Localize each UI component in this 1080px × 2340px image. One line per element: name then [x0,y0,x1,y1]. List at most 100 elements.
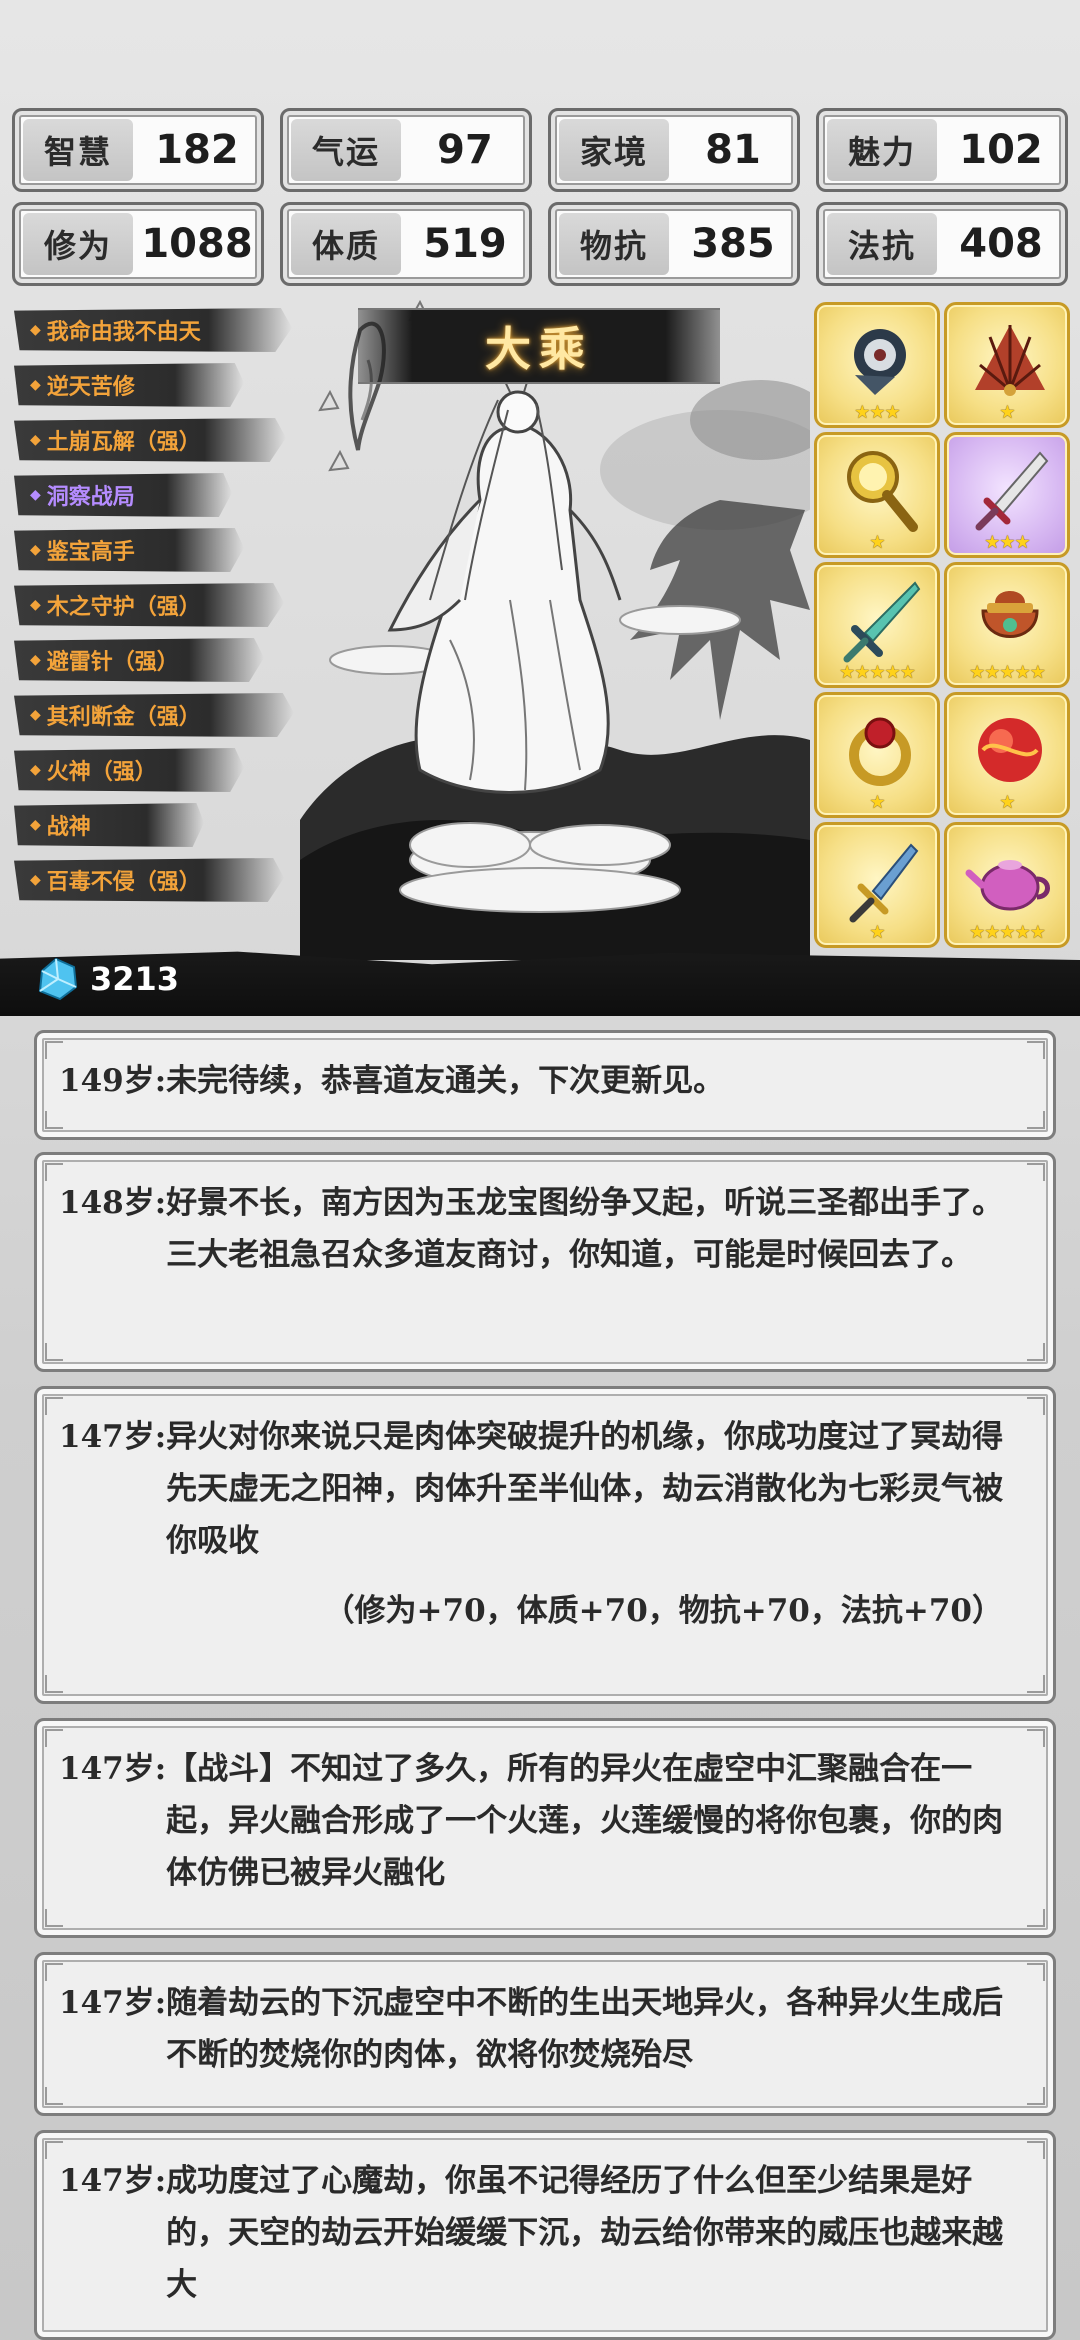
stat-family: 家境 81 [548,108,800,192]
equipment-slot[interactable]: ★ [944,302,1070,428]
cauldron-icon [981,591,1039,638]
stat-charm: 魅力 102 [816,108,1068,192]
corner-ornament [45,1729,63,1747]
log-entry: 149岁: 未完待续，恭喜道友通关，下次更新见。 [34,1030,1056,1140]
stat-magic-resist: 法抗 408 [816,202,1068,286]
stat-label: 气运 [291,119,401,181]
stat-value: 408 [959,221,1043,267]
equipment-slot[interactable]: ★ [944,692,1070,818]
stat-value: 102 [959,127,1043,173]
skill-item[interactable]: ◆ 火神（强） [14,748,244,792]
skill-label: 土崩瓦解（强） [46,430,201,455]
log-age: 147岁: [59,1419,167,1455]
log-age: 148岁: [59,1185,167,1221]
corner-ornament [1027,1909,1045,1927]
skill-label: 逆天苦修 [46,375,135,400]
skill-item[interactable]: ◆ 土崩瓦解（强） [14,418,286,462]
skill-item[interactable]: ◆ 鉴宝高手 [14,528,244,572]
currency-display[interactable]: 3213 [34,954,179,1004]
fan-icon [975,325,1045,396]
corner-ornament [1027,2087,1045,2105]
corner-ornament [45,1111,63,1129]
diamond-icon: ◆ [30,707,41,723]
jade-sword-icon [843,581,921,663]
spirit-stone-icon [38,957,78,1001]
corner-ornament [45,1963,63,1981]
log-text: 异火对你来说只是肉体突破提升的机缘，你成功度过了冥劫得先天虚无之阳神，肉体升至半… [166,1419,1004,1559]
star-rating: ★ [869,922,885,943]
gauntlet-icon [854,329,906,395]
stat-constitution: 体质 519 [280,202,532,286]
corner-ornament [45,1041,63,1059]
corner-ornament [1027,1963,1045,1981]
stat-physical-resist: 物抗 385 [548,202,800,286]
skill-item[interactable]: ◆ 其利断金（强） [14,693,294,737]
skill-item[interactable]: ◆ 战神 [14,803,204,847]
diamond-icon: ◆ [30,377,41,393]
diamond-icon: ◆ [30,652,41,668]
character-portrait[interactable] [300,300,810,960]
skill-item[interactable]: ◆ 洞察战局 [14,473,232,517]
diamond-icon: ◆ [30,762,41,778]
skill-item[interactable]: ◆ 百毒不侵（强） [14,858,284,902]
corner-ornament [45,2141,63,2159]
stat-label: 物抗 [559,213,669,275]
star-rating: ★★★★★ [969,662,1046,683]
star-rating: ★★★ [984,532,1030,553]
diamond-icon: ◆ [30,487,41,503]
log-text: 随着劫云的下沉虚空中不断的生出天地异火，各种异火生成后不断的焚烧你的肉体，欲将你… [166,1985,1004,2073]
currency-amount: 3213 [90,960,180,998]
stat-label: 家境 [559,119,669,181]
equipment-slot[interactable]: ★ [814,692,940,818]
corner-ornament [45,1163,63,1181]
corner-ornament [1027,1343,1045,1361]
log-text: 成功度过了心魔劫，你虽不记得经历了什么但至少结果是好的，天空的劫云开始缓缓下沉，… [166,2163,1004,2303]
skill-item[interactable]: ◆ 木之守护（强） [14,583,284,627]
skill-label: 百毒不侵（强） [46,870,201,895]
ring-icon [849,717,911,786]
log-entry: 147岁: 随着劫云的下沉虚空中不断的生出天地异火，各种异火生成后不断的焚烧你的肉… [34,1952,1056,2116]
log-entry: 148岁: 好景不长，南方因为玉龙宝图纷争又起，听说三圣都出手了。三大老祖急召众多… [34,1152,1056,1372]
stat-value: 182 [155,127,239,173]
star-rating: ★★★ [854,402,900,423]
log-age: 149岁: [59,1063,167,1099]
stat-value: 1088 [141,221,253,267]
stat-label: 体质 [291,213,401,275]
diamond-icon: ◆ [30,322,41,338]
log-bonus: （修为+70，体质+70，物抗+70，法抗+70） [323,1593,1003,1629]
log-entry: 147岁: 异火对你来说只是肉体突破提升的机缘，你成功度过了冥劫得先天虚无之阳神，… [34,1386,1056,1704]
star-rating: ★ [999,792,1015,813]
stat-luck: 气运 97 [280,108,532,192]
skill-label: 我命由我不由天 [46,320,201,345]
corner-ornament [45,1397,63,1415]
log-age: 147岁: [59,2163,167,2199]
corner-ornament [1027,1729,1045,1747]
corner-ornament [1027,1111,1045,1129]
equipment-slot[interactable]: ★★★★★ [944,562,1070,688]
corner-ornament [1027,1041,1045,1059]
equipment-slot[interactable]: ★ [814,822,940,948]
skill-item[interactable]: ◆ 避雷针（强） [14,638,264,682]
diamond-icon: ◆ [30,597,41,613]
stat-value: 385 [691,221,775,267]
equipment-slot[interactable]: ★★★ [814,302,940,428]
log-text: 未完待续，恭喜道友通关，下次更新见。 [166,1063,725,1099]
equipment-slot[interactable]: ★★★ [944,432,1070,558]
log-text: 【战斗】不知过了多久，所有的异火在虚空中汇聚融合在一起，异火融合形成了一个火莲，… [166,1751,1004,1891]
corner-ornament [45,1675,63,1693]
equipment-slot[interactable]: ★★★★★ [944,822,1070,948]
hand-mirror-icon [847,451,918,532]
skill-item[interactable]: ◆ 我命由我不由天 [14,308,292,352]
stat-cultivation: 修为 1088 [12,202,264,286]
log-entry: 147岁: 成功度过了心魔劫，你虽不记得经历了什么但至少结果是好的，天空的劫云开始… [34,2130,1056,2340]
dagger-icon [849,843,919,923]
stat-label: 魅力 [827,119,937,181]
diamond-icon: ◆ [30,542,41,558]
equipment-slot[interactable]: ★★★★★ [814,562,940,688]
star-rating: ★ [999,402,1015,423]
stat-wisdom: 智慧 182 [12,108,264,192]
equipment-slot[interactable]: ★ [814,432,940,558]
skill-item[interactable]: ◆ 逆天苦修 [14,363,244,407]
log-entry: 147岁: 【战斗】不知过了多久，所有的异火在虚空中汇聚融合在一起，异火融合形成了… [34,1718,1056,1938]
star-rating: ★ [869,532,885,553]
